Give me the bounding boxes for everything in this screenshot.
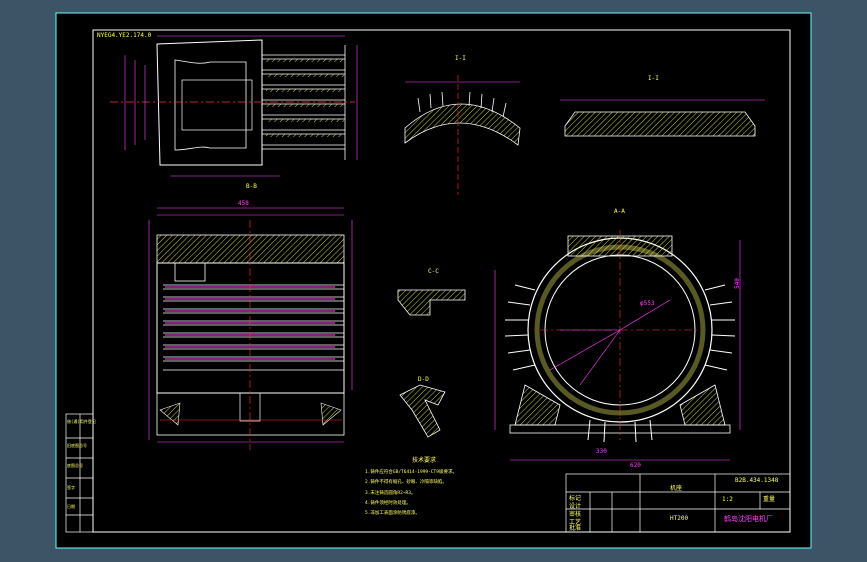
corner-code: NYEG4.YE2.174.0 [97,32,152,39]
tb-row-5: 批准 [569,525,582,532]
note-3: 3.未注铸造圆角R2~R3。 [365,489,415,496]
side-label-5: 日期 [67,504,75,509]
side-label-2: 旧底图总号 [67,443,87,448]
section-label-6: D-D [418,376,429,383]
section-label-1: I-I [455,55,466,62]
side-label-1: 借(通)用件登记 [67,419,96,424]
dim-620: 620 [630,462,641,469]
section-label-3: B-B [246,183,257,190]
note-1: 1.铸件应符合GB/T6414-1999-CT9级要求。 [365,468,457,475]
note-4: 4.铸件须经时效处理。 [365,499,411,506]
company-name: 鹤岛沈阳电机厂 [724,515,773,523]
dim-553: φ553 [640,300,655,307]
dim-330: 330 [596,448,607,455]
side-label-3: 底图总号 [67,463,83,468]
dim-540: 540 [733,278,741,289]
drawing-number: B2B.434.1348 [735,477,779,484]
scale: 1:2 [722,496,733,503]
note-2: 2.铸件不得有缩孔、砂眼、冷隔等缺陷。 [365,478,447,485]
notes-title: 技术要求 [412,456,436,464]
section-label-2: I-I [648,75,659,82]
part-name: 机座 [670,485,683,492]
section-label-4: A-A [614,208,625,215]
tb-row-3: 审核 [569,511,582,518]
dim-458: 458 [238,200,249,207]
section-label-5: C-C [428,268,439,275]
note-5: 5.非加工表面涂防锈底漆。 [365,509,420,516]
tb-row-2: 设计 [569,503,582,510]
material: HT200 [670,515,689,522]
side-label-4: 签字 [67,485,75,490]
weight-label: 重量 [763,496,776,503]
tb-row-1: 标记 [569,495,582,502]
